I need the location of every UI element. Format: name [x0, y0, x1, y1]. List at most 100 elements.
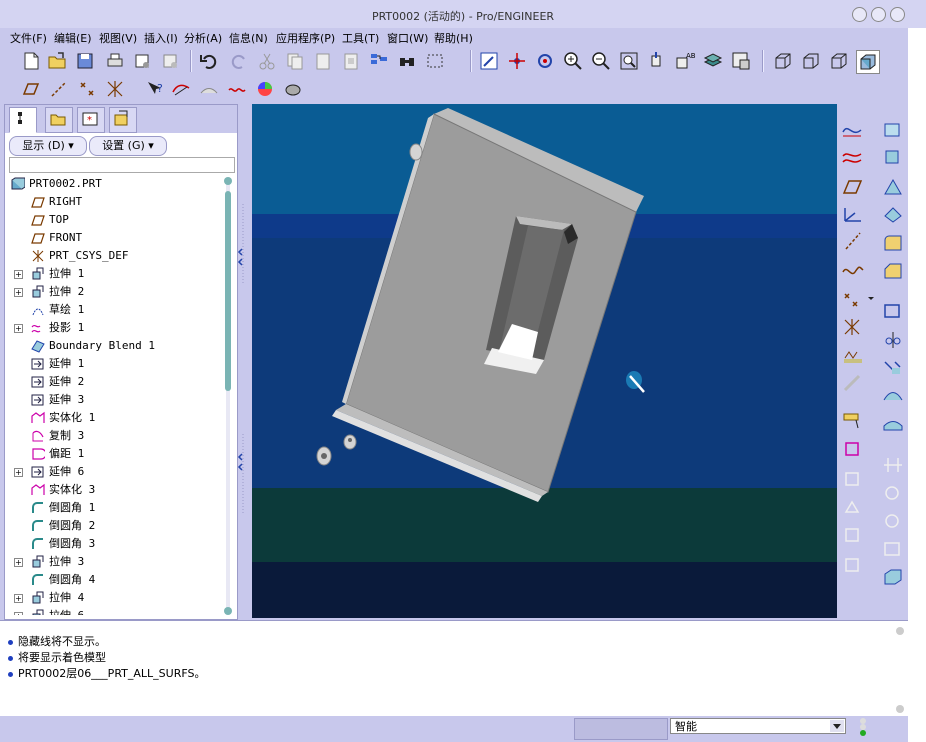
extend-disabled-icon[interactable] [880, 510, 906, 532]
sketch-tool-icon[interactable] [170, 78, 192, 100]
show-dropdown[interactable]: 显示 (D) ▾ [9, 136, 87, 156]
tree-item[interactable]: 倒圆角 1 [5, 499, 221, 517]
menu-insert[interactable]: 插入(I) [144, 30, 178, 46]
tree-item[interactable]: 复制 3 [5, 427, 221, 445]
sweep-tool-icon[interactable] [880, 176, 906, 198]
tree-item[interactable]: 实体化 1 [5, 409, 221, 427]
draft-tool-icon[interactable] [880, 356, 906, 378]
send-mail-icon[interactable] [132, 50, 154, 72]
pattern-tool-icon[interactable] [880, 384, 906, 406]
regenerate-icon[interactable] [368, 50, 390, 72]
curvature-icon[interactable] [226, 78, 248, 100]
tree-item[interactable]: 延伸 3 [5, 391, 221, 409]
find-icon[interactable] [396, 50, 418, 72]
tree-item[interactable]: PRT_CSYS_DEF [5, 247, 221, 265]
paste-special-icon[interactable] [340, 50, 362, 72]
paste-icon[interactable] [312, 50, 334, 72]
tree-item[interactable]: 倒圆角 3 [5, 535, 221, 553]
tree-filter-input[interactable] [9, 157, 235, 173]
tree-item[interactable]: 倒圆角 2 [5, 517, 221, 535]
hole-tool-icon[interactable] [840, 372, 866, 394]
select-box-icon[interactable] [424, 50, 446, 72]
tree-item[interactable]: Boundary Blend 1 [5, 337, 221, 355]
blend-tool-icon[interactable] [880, 204, 906, 226]
undo-icon[interactable] [198, 50, 220, 72]
tree-item[interactable]: 延伸 2 [5, 373, 221, 391]
maximize-button[interactable] [871, 7, 886, 22]
expand-icon[interactable]: + [14, 270, 23, 279]
menu-tools[interactable]: 工具(T) [342, 30, 379, 46]
tree-item[interactable]: 倒圆角 4 [5, 571, 221, 589]
saved-views-icon[interactable]: AB [674, 50, 696, 72]
cut-icon[interactable] [256, 50, 278, 72]
settings-dropdown[interactable]: 设置 (G) ▾ [89, 136, 167, 156]
tree-scrollbar[interactable] [223, 177, 233, 617]
layers-icon[interactable] [702, 50, 724, 72]
datum-axis-tool-icon[interactable] [840, 230, 866, 252]
expand-icon[interactable]: + [14, 612, 23, 615]
open-folder-icon[interactable] [46, 50, 68, 72]
help-context-icon[interactable]: ? [144, 78, 166, 100]
message-scrollbar[interactable] [894, 625, 906, 715]
view-manager-icon[interactable] [730, 50, 752, 72]
wireframe-icon[interactable] [772, 50, 794, 72]
tree-item[interactable]: + 投影 1 [5, 319, 221, 337]
close-button[interactable] [890, 7, 905, 22]
sketch-region-icon[interactable] [840, 438, 866, 460]
panel-sash[interactable] [236, 104, 250, 618]
menu-edit[interactable]: 编辑(E) [54, 30, 92, 46]
selection-filter-dropdown[interactable]: 智能 [670, 718, 846, 734]
graphics-viewport[interactable] [252, 104, 837, 618]
datum-csys-tool-icon[interactable] [840, 204, 866, 226]
expand-icon[interactable]: + [14, 468, 23, 477]
rib-tool-icon[interactable] [880, 328, 906, 350]
disabled-tool-c-icon[interactable] [840, 524, 866, 546]
save-icon[interactable] [74, 50, 96, 72]
reorient-icon[interactable] [646, 50, 668, 72]
plane-display-icon[interactable] [20, 78, 42, 100]
tree-item[interactable]: 实体化 3 [5, 481, 221, 499]
expand-icon[interactable]: + [14, 558, 23, 567]
menu-window[interactable]: 窗口(W) [387, 30, 428, 46]
repaint-icon[interactable] [478, 50, 500, 72]
expand-icon[interactable]: + [14, 594, 23, 603]
copy-icon[interactable] [284, 50, 306, 72]
print-icon[interactable] [104, 50, 126, 72]
menu-view[interactable]: 视图(V) [99, 30, 137, 46]
note-icon[interactable] [840, 410, 866, 432]
zoom-in-icon[interactable] [562, 50, 584, 72]
analysis-feature-icon[interactable] [840, 344, 866, 366]
tree-item[interactable]: + 拉伸 3 [5, 553, 221, 571]
disabled-tool-d-icon[interactable] [840, 554, 866, 576]
tree-item[interactable]: + 拉伸 1 [5, 265, 221, 283]
expand-icon[interactable]: + [14, 288, 23, 297]
redo-icon[interactable] [228, 50, 250, 72]
menu-help[interactable]: 帮助(H) [434, 30, 473, 46]
chamfer-tool-icon[interactable] [880, 260, 906, 282]
axis-display-icon[interactable] [48, 78, 70, 100]
datum-plane-tool-icon[interactable] [840, 176, 866, 198]
model-view[interactable] [252, 104, 837, 618]
point-display-icon[interactable] [76, 78, 98, 100]
trim-disabled-icon[interactable] [880, 482, 906, 504]
spin-center-icon[interactable] [506, 50, 528, 72]
no-hidden-icon[interactable] [828, 50, 850, 72]
disabled-tool-b-icon[interactable] [840, 496, 866, 518]
tab-favorites[interactable]: * [77, 107, 105, 133]
tree-item[interactable]: 草绘 1 [5, 301, 221, 319]
new-file-icon[interactable] [20, 50, 42, 72]
color-appearance-icon[interactable] [254, 78, 276, 100]
tree-item[interactable]: RIGHT [5, 193, 221, 211]
merge-disabled-icon[interactable] [880, 454, 906, 476]
tree-item[interactable]: + 延伸 6 [5, 463, 221, 481]
round-tool-icon[interactable] [880, 232, 906, 254]
csys-display-icon[interactable] [104, 78, 126, 100]
tree-item[interactable]: 延伸 1 [5, 355, 221, 373]
menu-info[interactable]: 信息(N) [229, 30, 268, 46]
sketched-curve-icon[interactable] [840, 118, 866, 140]
orient-mode-icon[interactable] [534, 50, 556, 72]
zoom-out-icon[interactable] [590, 50, 612, 72]
tab-folder-browser[interactable] [45, 107, 73, 133]
solidify-tool-icon[interactable] [880, 566, 906, 588]
datum-point-tool-icon[interactable] [840, 288, 876, 310]
